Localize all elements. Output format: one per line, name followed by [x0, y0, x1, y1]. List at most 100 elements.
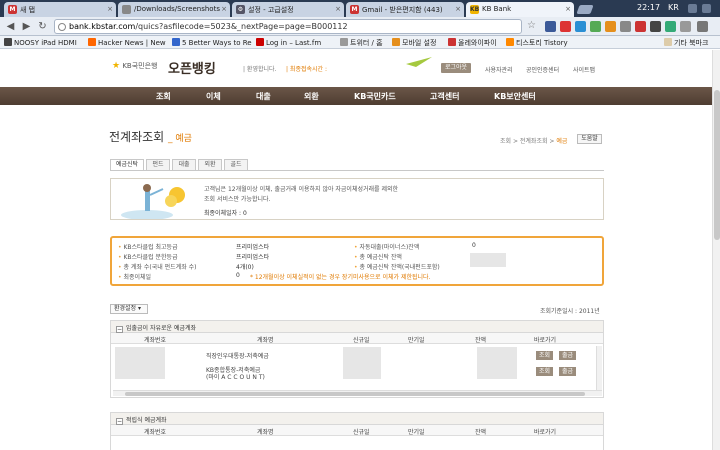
kb-logo[interactable]: ★ KB국민은행: [112, 61, 157, 71]
free-deposit-section: − 입출금이 자유로운 예금계좌 계좌번호 계좌명 신규일 만기일 잔액 바로가기…: [110, 320, 604, 398]
url-path: /quics?asfilecode=5023&_nextPage=page=B0…: [135, 22, 348, 31]
star-logo-icon: ★: [112, 61, 121, 71]
warning-text: * 12개월이상 이체실적이 없는 경우 장기미사용으로 이체가 제한됩니다.: [250, 274, 431, 281]
account-summary: • KB스타클럽 최고등급 • KB스타클럽 분한등급 • 총 계좌 수(국내 …: [110, 236, 604, 286]
paper-plane-icon: [406, 57, 432, 67]
section-header[interactable]: − 적립식 예금계좌: [111, 413, 603, 425]
summary-value: 프리미엄스타: [236, 254, 270, 261]
summary-label: • 자동대출(마이너스)잔액: [354, 244, 420, 251]
nav-transfer[interactable]: 이체: [206, 91, 221, 102]
inquiry-button[interactable]: 조회: [536, 351, 553, 360]
scroll-thumb[interactable]: [714, 90, 720, 240]
summary-value: 0: [472, 242, 476, 249]
browser-tab[interactable]: M 새 탭 ×: [4, 2, 116, 17]
back-icon[interactable]: ◀: [4, 20, 17, 33]
summary-label: • 총 계좌 수(국내 펀드계좌 수): [118, 264, 197, 271]
nav-foreign-exchange[interactable]: 외환: [304, 91, 319, 102]
breadcrumb: 조회 > 전계좌조회 > 예금: [500, 138, 568, 145]
bookmark-item[interactable]: Log in – Last.fm: [256, 38, 321, 47]
close-icon[interactable]: ×: [221, 5, 227, 13]
wrench-icon[interactable]: [697, 21, 708, 32]
browser-tab[interactable]: /Downloads/Screenshots ×: [118, 2, 230, 17]
bookmark-item[interactable]: Hacker News | New: [88, 38, 166, 47]
help-button[interactable]: 도움말: [577, 134, 602, 144]
bookmark-star-icon[interactable]: ☆: [527, 20, 536, 31]
redacted-account-number: [115, 347, 165, 379]
bookmark-item[interactable]: 모바일 설정: [392, 38, 436, 48]
summary-value: 4개(0): [236, 264, 254, 271]
tab-label: 새 탭: [20, 6, 36, 14]
extension-icon[interactable]: [605, 21, 616, 32]
tab-divider: [110, 170, 604, 171]
extension-icon[interactable]: [575, 21, 586, 32]
person-illustration: [121, 184, 185, 219]
withdraw-button[interactable]: 출금: [559, 351, 576, 360]
new-tab-button[interactable]: [576, 5, 594, 14]
summary-value: 프리미엄스타: [236, 244, 270, 251]
user-management-link[interactable]: 사용자관리: [485, 65, 513, 74]
sitemap-link[interactable]: 사이트맵: [573, 65, 595, 74]
browser-tab-active[interactable]: KB KB Bank ×: [466, 2, 574, 17]
page-scrollbar[interactable]: [712, 50, 720, 450]
extension-icon[interactable]: [650, 21, 661, 32]
account-alias: (마이 A C C O U N T): [206, 374, 265, 381]
close-icon[interactable]: ×: [107, 5, 113, 13]
browser-tab[interactable]: M Gmail - 받은편지함 (443) ×: [346, 2, 464, 17]
env-settings-select[interactable]: 환경설정 ▾: [110, 304, 148, 314]
section-header[interactable]: − 입출금이 자유로운 예금계좌: [111, 321, 603, 333]
gmail-ext-icon[interactable]: [560, 21, 571, 32]
kb-icon: KB: [470, 5, 480, 14]
nav-customer-center[interactable]: 고객센터: [430, 91, 459, 102]
table-header: 계좌번호 계좌명 신규일 만기일 잔액 바로가기: [111, 333, 603, 344]
inquiry-button[interactable]: 조회: [536, 367, 553, 376]
main-nav: 조회 이체 대출 외환 KB국민카드 고객센터 KB보안센터: [0, 87, 712, 105]
collapse-icon[interactable]: −: [116, 418, 123, 425]
file-icon: [122, 5, 131, 14]
summary-label: • 최종이체일: [118, 274, 152, 281]
nav-security-center[interactable]: KB보안센터: [494, 91, 536, 102]
extension-icon[interactable]: [665, 21, 676, 32]
nav-inquiry[interactable]: 조회: [156, 91, 171, 102]
redacted-balance: [477, 347, 517, 379]
input-locale: KR: [668, 3, 679, 12]
section-hscrollbar[interactable]: [113, 390, 602, 396]
bookmark-item[interactable]: 5 Better Ways to Re: [172, 38, 252, 47]
close-icon[interactable]: ×: [455, 5, 461, 13]
bookmark-item[interactable]: NOOSY iPad HDMI: [4, 38, 77, 47]
summary-label: • KB스타클럽 최고등급: [118, 244, 178, 251]
nav-loan[interactable]: 대출: [256, 91, 271, 102]
address-bar[interactable]: bank.kbstar.com/quics?asfilecode=5023&_n…: [54, 19, 522, 34]
bookmark-item[interactable]: 올레와이파이: [448, 38, 497, 48]
bookmark-item[interactable]: 트위터 / 홈: [340, 38, 383, 48]
url-domain: bank.kbstar.com: [69, 22, 136, 31]
cert-center-link[interactable]: 공인인증센터: [526, 65, 559, 74]
extension-icon[interactable]: [590, 21, 601, 32]
page-menu-icon[interactable]: [680, 21, 691, 32]
tab-label: KB Bank: [482, 5, 512, 13]
bookmark-item[interactable]: 티스토리 Tistory: [506, 38, 568, 48]
nav-kb-card[interactable]: KB국민카드: [354, 91, 396, 102]
site-title: 오픈뱅킹: [168, 62, 216, 77]
collapse-icon[interactable]: −: [116, 326, 123, 333]
account-name[interactable]: 직장인우대통장-저축예금: [206, 351, 269, 360]
last-transfer-date: 최종이체일자 : 0: [204, 210, 247, 217]
section-scrollbar[interactable]: [596, 346, 602, 390]
summary-label: • 총 예금신탁 잔액(국내펀드포함): [354, 264, 440, 271]
browser-tab[interactable]: ⚙ 설정 - 고급설정 ×: [232, 2, 344, 17]
extension-icon[interactable]: [635, 21, 646, 32]
withdraw-button[interactable]: 출금: [559, 367, 576, 376]
close-icon[interactable]: ×: [335, 5, 341, 13]
inquiry-date: 조회기준일시 : 2011년: [540, 308, 600, 315]
tab-label: 설정 - 고급설정: [248, 6, 294, 14]
extension-icon[interactable]: [620, 21, 631, 32]
facebook-ext-icon[interactable]: [545, 21, 556, 32]
close-icon[interactable]: ×: [565, 5, 571, 13]
other-bookmarks[interactable]: 기타 북마크: [664, 38, 708, 48]
reload-icon[interactable]: ↻: [36, 20, 49, 33]
logout-button[interactable]: 로그아웃: [441, 63, 471, 73]
last-login: | 최종접속시간 :: [286, 66, 327, 73]
battery-icon: [702, 4, 711, 13]
notice-box: 고객님은 12개월이상 이체, 출금거래 이용하지 않아 자금이체성거래를 제외…: [110, 178, 604, 220]
browser-tabstrip: M 새 탭 × /Downloads/Screenshots × ⚙ 설정 - …: [0, 0, 720, 17]
forward-icon[interactable]: ▶: [20, 20, 33, 33]
